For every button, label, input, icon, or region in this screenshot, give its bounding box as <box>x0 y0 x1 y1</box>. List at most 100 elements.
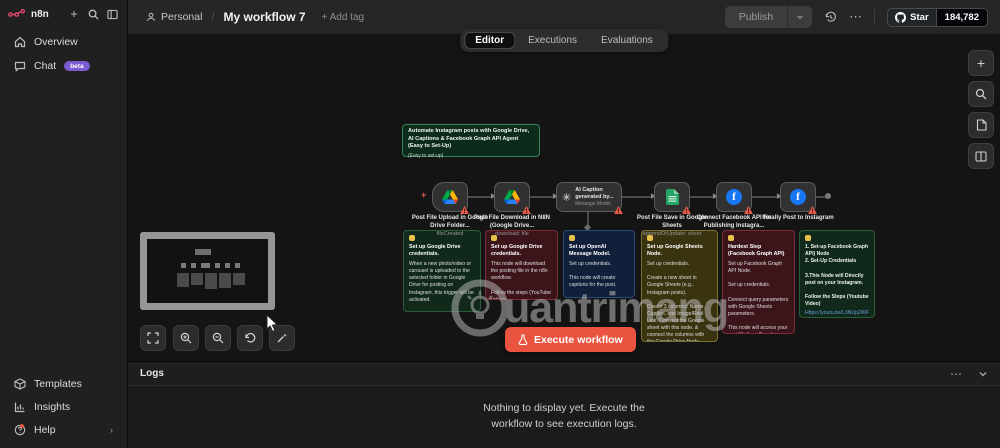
connection-line <box>752 193 781 199</box>
minimap-blob <box>219 273 231 288</box>
zoom-to-fit-button[interactable] <box>140 325 166 351</box>
sticky-note-drive-trigger[interactable]: Set up Google Drive credentials. When a … <box>403 230 481 312</box>
workflow-title-note[interactable]: Automate Instagram posts with Google Dri… <box>402 124 540 159</box>
note-heading: Hardest Step (Facebook Graph API) <box>728 244 785 258</box>
publish-split-button: Publish <box>724 6 813 28</box>
node-post-instagram[interactable]: f <box>780 182 817 214</box>
node-facebook-api[interactable]: f <box>716 182 753 214</box>
sidebar-item-label: Insights <box>34 401 71 413</box>
logs-header[interactable]: Logs ⋯ <box>128 362 1000 386</box>
note-body: Set up credentials. Create a new sheet i… <box>647 261 705 341</box>
canvas-minimap[interactable] <box>140 232 275 310</box>
github-icon <box>895 11 907 23</box>
publish-dropdown-button[interactable] <box>787 6 813 28</box>
flask-icon <box>518 334 528 345</box>
node-google-drive-trigger[interactable] <box>432 182 469 214</box>
title-note-subtitle: (Easy to set-up) <box>408 152 444 159</box>
node-google-drive-download[interactable] <box>494 182 531 214</box>
github-star-button[interactable]: Star <box>888 8 936 26</box>
trigger-input-marker: + <box>421 190 427 200</box>
note-body: 1. Set-up Facebook Graph API) Node 2. Se… <box>805 244 869 307</box>
sticky-note-instagram-post[interactable]: 1. Set-up Facebook Graph API) Node 2. Se… <box>799 230 875 318</box>
sidebar-item-help[interactable]: Help › <box>4 419 123 441</box>
warning-icon <box>460 206 469 214</box>
google-sheets-icon <box>665 189 679 205</box>
connection-line <box>622 193 655 199</box>
warning-icon <box>682 206 691 214</box>
logs-header-actions: ⋯ <box>950 367 988 381</box>
sidebar-item-chat[interactable]: Chat beta <box>4 55 123 77</box>
node-label: Finally Post to Instagram <box>754 215 842 223</box>
execute-workflow-button[interactable]: Execute workflow <box>505 327 636 352</box>
collapse-sidebar-icon[interactable] <box>105 7 119 21</box>
note-body: When a new photo/video or carousel is up… <box>409 261 474 311</box>
note-heading: Set up Google Sheets Node. <box>647 244 703 258</box>
breadcrumb-project[interactable]: Personal <box>146 11 202 23</box>
sticky-note-button[interactable] <box>968 112 994 138</box>
add-node-button[interactable]: + <box>968 50 994 76</box>
search-icon[interactable] <box>86 7 100 21</box>
reset-zoom-button[interactable] <box>237 325 263 351</box>
minimap-blob <box>201 263 210 268</box>
note-heading: Set up Google Drive credentials. <box>491 244 543 258</box>
chevron-down-icon <box>797 15 803 20</box>
note-youtube-link[interactable]: Https://youtu.be/L3NUp2WF_h5?si=KAjIYE2-… <box>805 310 869 317</box>
note-marker-icon <box>728 235 734 241</box>
chat-icon <box>14 61 26 72</box>
warning-icon <box>808 206 817 214</box>
github-star-count: 184,782 <box>935 8 987 26</box>
collapse-logs-icon[interactable] <box>978 369 988 379</box>
node-name: Post File Save in Google Sheets <box>636 215 708 229</box>
fit-view-icon <box>147 332 159 344</box>
google-drive-icon <box>442 190 458 204</box>
tab-executions[interactable]: Executions <box>517 32 588 49</box>
workflow-history-button[interactable] <box>824 11 837 24</box>
add-tag-button[interactable]: + Add tag <box>322 12 365 23</box>
tidy-up-button[interactable] <box>269 325 295 351</box>
canvas-search-button[interactable] <box>968 81 994 107</box>
note-heading: Set up Google Drive credentials. <box>409 244 461 258</box>
warning-icon <box>522 206 531 214</box>
note-heading: Set up OpenAI Message Model. <box>569 244 611 258</box>
node-subtitle: Message Model <box>575 201 611 208</box>
note-body: This node will download the posting file… <box>491 261 551 300</box>
templates-icon <box>14 378 26 390</box>
node-label: Connect Facebook API for Publishing Inst… <box>690 215 778 230</box>
beta-badge: beta <box>64 61 90 71</box>
zoom-in-button[interactable] <box>173 325 199 351</box>
publish-button[interactable]: Publish <box>724 6 788 28</box>
sticky-note-drive-download[interactable]: Set up Google Drive credentials. This no… <box>485 230 558 300</box>
logs-more-button[interactable]: ⋯ <box>950 367 962 381</box>
logs-panel: Logs ⋯ Nothing to display yet. Execute t… <box>128 361 1000 448</box>
node-ai-caption[interactable]: ✳ AI Caption generated by... Message Mod… <box>556 182 623 214</box>
add-workflow-button[interactable]: + <box>67 7 81 21</box>
sticky-note-sheets[interactable]: Set up Google Sheets Node. Set up creden… <box>641 230 718 342</box>
sidebar-item-overview[interactable]: Overview <box>4 31 123 53</box>
sidebar-item-insights[interactable]: Insights <box>4 396 123 418</box>
tab-editor[interactable]: Editor <box>464 32 516 49</box>
toggle-panel-button[interactable] <box>968 143 994 169</box>
node-name: Post File Upload in Google Drive Folder.… <box>411 215 489 229</box>
sidebar-item-label: Templates <box>34 378 82 390</box>
node-name: Finally Post to Instagram <box>762 215 834 221</box>
more-options-button[interactable]: ⋯ <box>849 9 862 25</box>
node-google-sheets[interactable] <box>654 182 691 214</box>
note-marker-icon <box>805 235 811 241</box>
note-body: Set up credentials. This node will creat… <box>569 261 629 297</box>
minimap-blob <box>177 273 189 287</box>
n8n-logo[interactable]: n8n <box>8 9 49 20</box>
sticky-note-facebook-api[interactable]: Hardest Step (Facebook Graph API) Set up… <box>722 230 795 334</box>
logs-title: Logs <box>140 368 164 379</box>
history-icon <box>825 11 837 22</box>
facebook-icon: f <box>790 189 806 205</box>
sidebar-item-templates[interactable]: Templates <box>4 373 123 395</box>
github-star-widget[interactable]: Star 184,782 <box>887 7 988 27</box>
sticky-note-openai[interactable]: Set up OpenAI Message Model. Set up cred… <box>563 230 635 298</box>
workflow-canvas[interactable]: + Automate Instagram posts with Google D… <box>128 34 1000 361</box>
logo-text: n8n <box>31 8 49 20</box>
output-endpoint-dot[interactable] <box>825 193 831 199</box>
workflow-title[interactable]: My workflow 7 <box>224 10 306 24</box>
tab-evaluations[interactable]: Evaluations <box>590 32 664 49</box>
zoom-out-button[interactable] <box>205 325 231 351</box>
